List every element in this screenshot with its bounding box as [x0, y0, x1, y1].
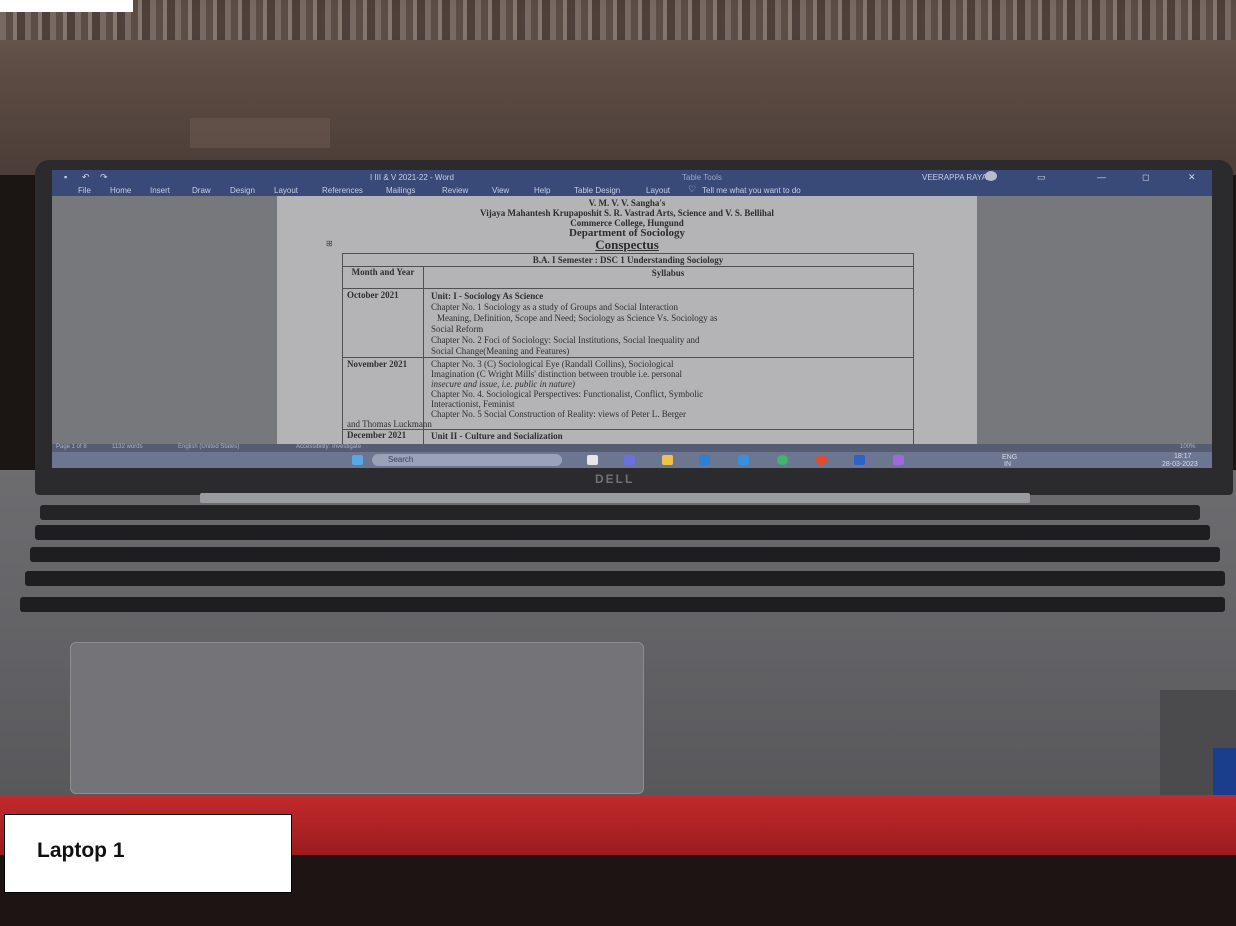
undo-icon[interactable]: ↶: [82, 172, 90, 183]
tab-help[interactable]: Help: [534, 186, 550, 195]
key-row: [20, 547, 1230, 564]
key-row: [20, 505, 1230, 522]
wall-texture: [0, 0, 1236, 40]
word-icon[interactable]: [854, 455, 865, 465]
laptop-screen: ▪ ↶ ↷ I III & V 2021-22 - Word Table Too…: [52, 170, 1212, 468]
key-row: [20, 597, 1230, 614]
search-label: Search: [388, 455, 414, 464]
task-view-icon[interactable]: [587, 455, 598, 465]
tab-review[interactable]: Review: [442, 186, 468, 195]
tab-home[interactable]: Home: [110, 186, 131, 195]
month-cell: November 2021: [347, 359, 408, 369]
start-icon[interactable]: [352, 455, 363, 465]
key-row: [20, 571, 1230, 588]
tray-region: IN: [1004, 461, 1011, 468]
word-titlebar: ▪ ↶ ↷ I III & V 2021-22 - Word Table Too…: [52, 170, 1212, 196]
col-syllabus-header: Syllabus: [651, 268, 685, 278]
caption-box: Laptop 1: [4, 814, 292, 893]
syllabus-line: Meaning, Definition, Scope and Need; Soc…: [437, 313, 718, 323]
tab-references[interactable]: References: [322, 186, 363, 195]
close-icon[interactable]: ✕: [1188, 172, 1196, 183]
laptop-photo: ▪ ↶ ↷ I III & V 2021-22 - Word Table Too…: [0, 0, 1236, 926]
syllabus-line: Chapter No. 1 Sociology as a study of Gr…: [431, 302, 678, 312]
taskbar-search[interactable]: Search: [372, 454, 562, 466]
caption-text: Laptop 1: [37, 839, 125, 862]
touchpad: [70, 642, 644, 794]
tab-design[interactable]: Design: [230, 186, 255, 195]
table-caption: B.A. I Semester : DSC 1 Understanding So…: [532, 255, 724, 265]
user-avatar[interactable]: [985, 171, 997, 181]
month-cell: December 2021: [347, 430, 407, 440]
keyboard: [20, 505, 1230, 625]
tray-language[interactable]: ENG: [1002, 454, 1017, 461]
mail-icon[interactable]: [738, 455, 749, 465]
month-cell: October 2021: [347, 290, 399, 300]
page-count[interactable]: Page 1 of 8: [56, 444, 87, 450]
lightbulb-icon: ♡: [688, 184, 697, 194]
maximize-icon[interactable]: ◻: [1142, 172, 1149, 183]
document-area: V. M. V. V. Sangha's Vijaya Mahantesh Kr…: [52, 196, 1212, 446]
doc-line-1: V. M. V. V. Sangha's: [588, 198, 666, 208]
file-explorer-icon[interactable]: [662, 455, 673, 465]
clock-time[interactable]: 18:17: [1174, 453, 1192, 460]
tab-table-layout[interactable]: Layout: [646, 186, 670, 195]
context-tab: Table Tools: [682, 173, 722, 182]
tab-view[interactable]: View: [492, 186, 509, 195]
tab-table-design[interactable]: Table Design: [574, 186, 620, 195]
chrome-icon[interactable]: [777, 455, 788, 465]
clock-date[interactable]: 28-03-2023: [1162, 461, 1198, 468]
word-status-bar: Page 1 of 8 1132 words English (United S…: [52, 444, 1212, 452]
syllabus-line: Unit: I - Sociology As Science: [431, 291, 544, 301]
wall-paper-note: [190, 118, 330, 148]
browser-icon[interactable]: [816, 455, 827, 465]
document-page: V. M. V. V. Sangha's Vijaya Mahantesh Kr…: [277, 196, 977, 446]
store-icon[interactable]: [699, 455, 710, 465]
zoom-level[interactable]: 100%: [1180, 444, 1195, 450]
ribbon-display-icon[interactable]: ▭: [1037, 172, 1046, 183]
user-name: VEERAPPA RAYAR: [922, 173, 993, 182]
laptop-hinge: [200, 493, 1030, 503]
doc-line-2: Vijaya Mahantesh Krupaposhit S. R. Vastr…: [480, 208, 774, 218]
syllabus-line: Social Change(Meaning and Features): [431, 346, 570, 356]
save-icon[interactable]: ▪: [64, 172, 67, 182]
tab-insert[interactable]: Insert: [150, 186, 170, 195]
teams-icon[interactable]: [893, 455, 904, 465]
syllabus-line: Chapter No. 5 Social Construction of Rea…: [431, 409, 687, 419]
tab-draw[interactable]: Draw: [192, 186, 211, 195]
redo-icon[interactable]: ↷: [100, 172, 108, 183]
tell-me-box[interactable]: Tell me what you want to do: [702, 186, 801, 195]
table-move-handle-icon[interactable]: ⊞: [326, 239, 333, 248]
corner-label-box: [0, 0, 133, 12]
accessibility-status[interactable]: Accessibility: Investigate: [296, 444, 361, 450]
window-title: I III & V 2021-22 - Word: [370, 173, 454, 182]
tab-layout[interactable]: Layout: [274, 186, 298, 195]
tab-mailings[interactable]: Mailings: [386, 186, 415, 195]
syllabus-line: Unit II - Culture and Socialization: [431, 431, 563, 441]
col-month-header: Month and Year: [351, 267, 415, 277]
tab-file[interactable]: File: [78, 186, 91, 195]
word-count[interactable]: 1132 words: [112, 444, 143, 450]
syllabus-line: Social Reform: [431, 324, 484, 334]
language-indicator[interactable]: English (United States): [178, 444, 239, 450]
syllabus-line: Chapter No. 2 Foci of Sociology: Social …: [431, 335, 700, 345]
syllabus-table: B.A. I Semester : DSC 1 Understanding So…: [342, 253, 914, 446]
minimize-icon[interactable]: —: [1097, 172, 1106, 182]
doc-line-5: Conspectus: [595, 237, 659, 252]
dell-logo: DELL: [595, 472, 635, 486]
key-row: [20, 525, 1230, 542]
chat-icon[interactable]: [624, 455, 635, 465]
intel-sticker: [1213, 748, 1236, 798]
windows-taskbar: Search ENG IN 18:17 28-03-2023: [52, 452, 1212, 468]
